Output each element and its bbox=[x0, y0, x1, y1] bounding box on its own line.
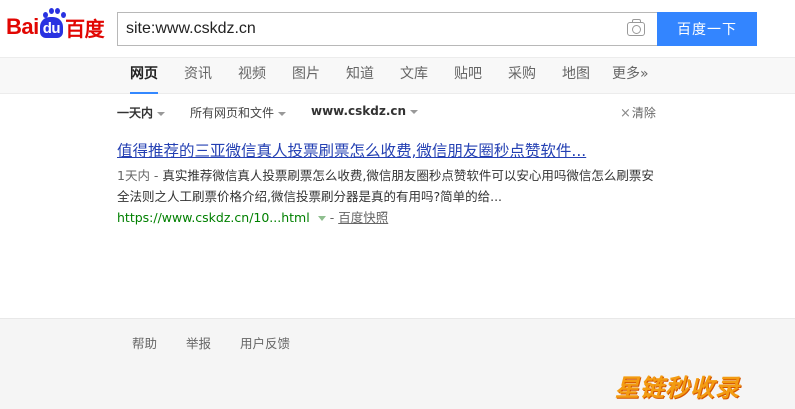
clear-label: 清除 bbox=[631, 106, 656, 120]
site-filter-label: www.cskdz.cn bbox=[311, 104, 407, 118]
result-date: 1天内 - bbox=[117, 168, 163, 183]
type-filter[interactable]: 所有网页和文件 bbox=[190, 104, 287, 121]
result-url[interactable]: https://www.cskdz.cn/10...html bbox=[117, 210, 310, 225]
tab-news[interactable]: 资讯 bbox=[184, 58, 212, 94]
chevron-down-icon[interactable] bbox=[317, 216, 326, 221]
footer-feedback-link[interactable]: 用户反馈 bbox=[240, 333, 290, 352]
time-filter[interactable]: 一天内 bbox=[117, 104, 166, 121]
site-filter[interactable]: www.cskdz.cn bbox=[311, 104, 419, 118]
cache-link[interactable]: 百度快照 bbox=[338, 210, 388, 225]
search-box bbox=[117, 12, 657, 46]
tab-images[interactable]: 图片 bbox=[292, 58, 320, 94]
search-tools: 一天内 所有网页和文件 www.cskdz.cn ×清除 bbox=[0, 104, 795, 124]
baidu-logo[interactable]: Bai du 百度 bbox=[6, 7, 105, 45]
type-filter-label: 所有网页和文件 bbox=[190, 106, 275, 120]
time-filter-label: 一天内 bbox=[117, 106, 154, 120]
chevron-down-icon bbox=[157, 111, 166, 116]
footer-help-link[interactable]: 帮助 bbox=[132, 333, 157, 352]
tab-web[interactable]: 网页 bbox=[130, 58, 158, 94]
footer-report-link[interactable]: 举报 bbox=[186, 333, 211, 352]
tabs-bar: 网页 资讯 视频 图片 知道 文库 贴吧 采购 地图 更多» bbox=[0, 57, 795, 94]
tab-caigou[interactable]: 采购 bbox=[508, 58, 536, 94]
result-abstract-text: 真实推荐微信真人投票刷票怎么收费,微信朋友圈秒点赞软件可以安心用吗微信怎么刷票安… bbox=[117, 168, 654, 204]
clear-filter-button[interactable]: ×清除 bbox=[620, 104, 656, 121]
tab-map[interactable]: 地图 bbox=[562, 58, 590, 94]
separator: - bbox=[329, 210, 335, 225]
header: Bai du 百度 百度一下 bbox=[0, 0, 795, 57]
logo-text-bai: Bai bbox=[6, 14, 39, 39]
chevron-down-icon bbox=[410, 109, 419, 114]
result-url-line: https://www.cskdz.cn/10...html - 百度快照 bbox=[117, 207, 677, 228]
search-input[interactable] bbox=[118, 13, 608, 45]
camera-icon[interactable] bbox=[627, 19, 645, 36]
chevron-down-icon bbox=[278, 111, 287, 116]
watermark-logo: 星链秒收录 bbox=[615, 374, 740, 402]
search-button[interactable]: 百度一下 bbox=[657, 12, 757, 46]
tab-wenku[interactable]: 文库 bbox=[400, 58, 428, 94]
logo-text-chinese: 百度 bbox=[65, 16, 105, 41]
logo-text-du: du bbox=[42, 19, 61, 37]
logo-paw-du: du bbox=[39, 7, 66, 38]
tab-video[interactable]: 视频 bbox=[238, 58, 266, 94]
result-title-link[interactable]: 值得推荐的三亚微信真人投票刷票怎么收费,微信朋友圈秒点赞软件... bbox=[117, 140, 677, 162]
result-abstract: 1天内 - 真实推荐微信真人投票刷票怎么收费,微信朋友圈秒点赞软件可以安心用吗微… bbox=[117, 165, 662, 207]
paw-icon bbox=[42, 7, 67, 18]
tab-tieba[interactable]: 贴吧 bbox=[454, 58, 482, 94]
tab-zhidao[interactable]: 知道 bbox=[346, 58, 374, 94]
tab-more[interactable]: 更多» bbox=[612, 58, 649, 94]
search-result: 值得推荐的三亚微信真人投票刷票怎么收费,微信朋友圈秒点赞软件... 1天内 - … bbox=[117, 140, 677, 228]
close-icon: × bbox=[620, 106, 631, 121]
